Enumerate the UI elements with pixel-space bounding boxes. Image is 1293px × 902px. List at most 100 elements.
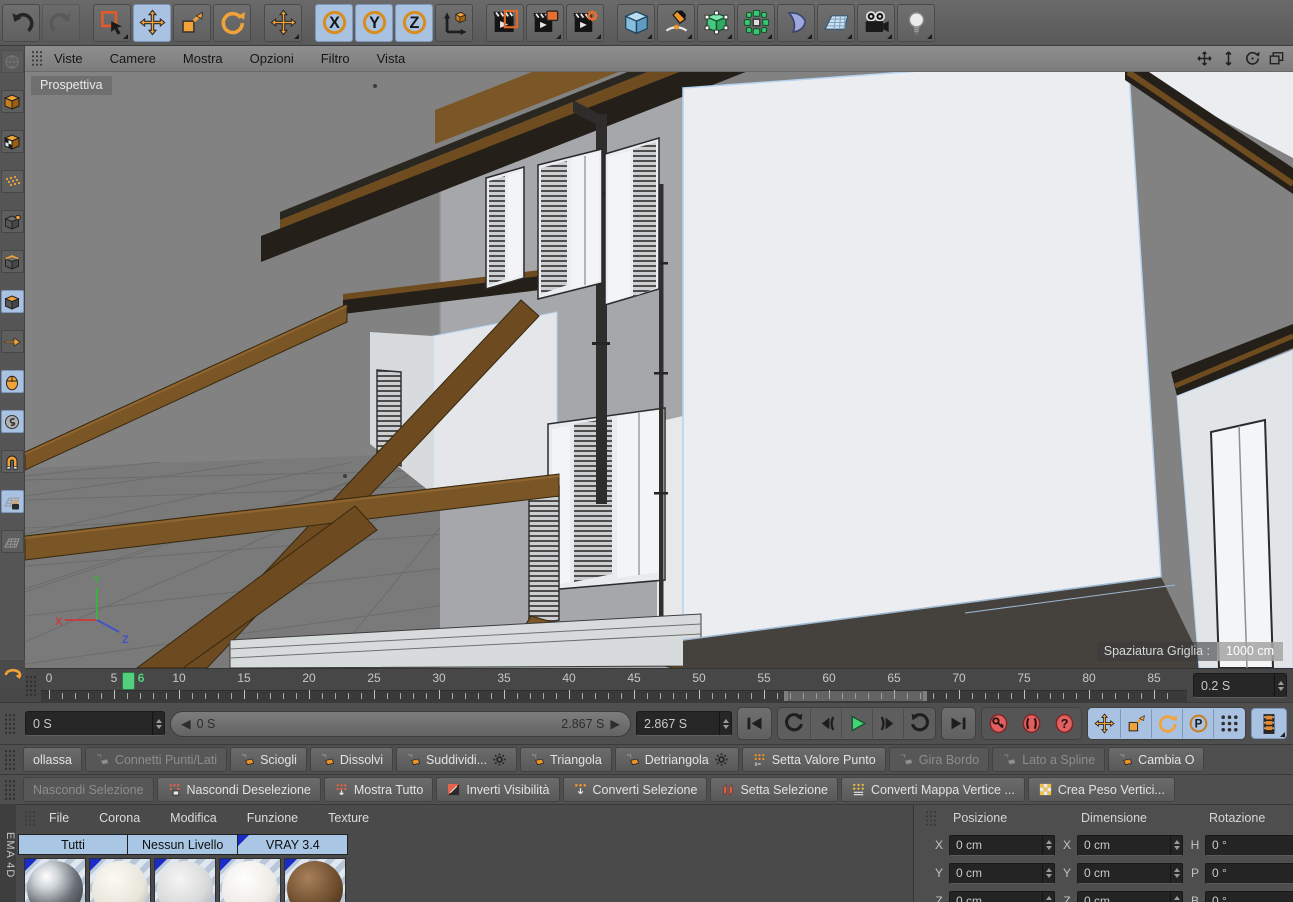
- material-tab-tutti[interactable]: Tutti: [18, 834, 128, 855]
- viewport-menu-filtro[interactable]: Filtro: [321, 51, 350, 66]
- end-time-spinner[interactable]: [719, 712, 731, 735]
- coord-field-dimensione-z[interactable]: 0 cm: [1077, 890, 1183, 902]
- transport-drag-handle[interactable]: [4, 712, 17, 735]
- next-key-button[interactable]: [903, 709, 934, 738]
- coord-spinner[interactable]: [1170, 891, 1182, 902]
- cmd-triangola[interactable]: Triangola: [520, 747, 612, 772]
- rotate-band-icon[interactable]: [0, 660, 25, 688]
- x-axis-lock-button[interactable]: X: [315, 3, 353, 42]
- material-swatch-marble[interactable]: [154, 858, 216, 902]
- polygons-mode-button[interactable]: [0, 290, 24, 313]
- material-swatch-cream[interactable]: [89, 858, 151, 902]
- cmd-connetti-punti-lati[interactable]: Connetti Punti/Lati: [84, 747, 228, 772]
- timeline-playhead[interactable]: [121, 671, 135, 690]
- move-tool-button[interactable]: [133, 3, 171, 42]
- coord-spinner[interactable]: [1042, 863, 1054, 883]
- timeline-drag-handle[interactable]: [25, 674, 38, 697]
- deformer-button[interactable]: [777, 3, 815, 42]
- coord-spinner[interactable]: [1170, 835, 1182, 855]
- redo-button[interactable]: [42, 3, 80, 42]
- record-question-button[interactable]: ?: [1049, 709, 1080, 738]
- viewport-menu-mostra[interactable]: Mostra: [183, 51, 223, 66]
- keyframe-rotation-button[interactable]: [1151, 709, 1182, 738]
- make-editable-button[interactable]: [0, 50, 24, 73]
- cmd-crea-peso-vertici[interactable]: Crea Peso Vertici...: [1027, 777, 1175, 802]
- coord-field-rotazione-p[interactable]: 0 °: [1205, 862, 1293, 884]
- coord-field-posizione-y[interactable]: 0 cm: [949, 862, 1055, 884]
- viewport-canvas[interactable]: Prospettiva Spaziatura Griglia : 1000 cm: [25, 72, 1293, 668]
- keyframe-parameter-button[interactable]: P: [1182, 709, 1213, 738]
- cmd-detriangola[interactable]: Detriangola: [614, 747, 739, 772]
- coord-field-rotazione-b[interactable]: 0 °: [1205, 890, 1293, 902]
- cmd-nascondi-selezione[interactable]: Nascondi Selezione: [23, 777, 154, 802]
- edges-mode-button[interactable]: [0, 250, 24, 273]
- play-button[interactable]: [841, 709, 872, 738]
- keyframe-position-button[interactable]: [1089, 709, 1120, 738]
- render-view-button[interactable]: [486, 3, 524, 42]
- cmd-inverti-visibilit[interactable]: Inverti Visibilità: [436, 777, 560, 802]
- visibility-row-drag-handle[interactable]: [4, 778, 17, 801]
- model-mode-button[interactable]: [0, 90, 24, 113]
- maximize-view-icon[interactable]: [1268, 50, 1285, 67]
- workplane-grid-button[interactable]: [0, 530, 24, 553]
- floor-object-button[interactable]: [817, 3, 855, 42]
- viewport-menu-camere[interactable]: Camere: [110, 51, 156, 66]
- cmd-lato-a-spline[interactable]: Lato a Spline: [992, 747, 1106, 772]
- viewport-mouse-button[interactable]: [0, 370, 24, 393]
- workplane-lock-button[interactable]: [0, 490, 24, 513]
- snap-sphere-button[interactable]: [0, 410, 24, 433]
- material-swatch-brown[interactable]: [284, 858, 346, 902]
- prev-frame-button[interactable]: [810, 709, 841, 738]
- light-object-button[interactable]: [897, 3, 935, 42]
- generator-button[interactable]: [697, 3, 735, 42]
- material-menu-corona[interactable]: Corona: [99, 811, 140, 825]
- rotate-view-icon[interactable]: [1244, 50, 1261, 67]
- points-mode-button[interactable]: [0, 210, 24, 233]
- spline-pen-button[interactable]: [657, 3, 695, 42]
- keyframe-pla-button[interactable]: [1213, 709, 1244, 738]
- array-object-button[interactable]: [737, 3, 775, 42]
- coord-spinner[interactable]: [1170, 863, 1182, 883]
- coord-system-button[interactable]: [435, 3, 473, 42]
- tweak-mode-button[interactable]: [0, 330, 24, 353]
- frame-step-field[interactable]: 0.2 S: [1193, 673, 1287, 698]
- texture-mode-button[interactable]: [0, 130, 24, 153]
- zoom-view-icon[interactable]: [1220, 50, 1237, 67]
- frame-step-spinner[interactable]: [1274, 674, 1286, 697]
- viewport-menu-drag-handle[interactable]: [31, 50, 44, 67]
- keyframe-scale-button[interactable]: [1120, 709, 1151, 738]
- last-tool-button[interactable]: [264, 3, 302, 42]
- material-tab-nessun-livello[interactable]: Nessun Livello: [128, 834, 239, 855]
- cmd-nascondi-deselezione[interactable]: Nascondi Deselezione: [156, 777, 321, 802]
- material-menu-file[interactable]: File: [49, 811, 69, 825]
- current-time-spinner[interactable]: [152, 712, 164, 735]
- render-picture-viewer-button[interactable]: [526, 3, 564, 42]
- material-menu-modifica[interactable]: Modifica: [170, 811, 217, 825]
- pan-view-icon[interactable]: [1196, 50, 1213, 67]
- viewport-menu-opzioni[interactable]: Opzioni: [250, 51, 294, 66]
- render-settings-button[interactable]: [566, 3, 604, 42]
- live-selection-button[interactable]: [93, 3, 131, 42]
- timeline-ruler[interactable]: 0 5 10 15 20 25 30 35 40 45 50 55 60 65 70 75 80 85 6: [41, 670, 1187, 702]
- viewport-menu-vista[interactable]: Vista: [377, 51, 406, 66]
- cmd-dissolvi[interactable]: Dissolvi: [309, 747, 393, 772]
- gear-icon[interactable]: [492, 752, 507, 767]
- cmd-converti-mappa-vertice[interactable]: Converti Mappa Vertice ...: [841, 777, 1025, 802]
- camera-label[interactable]: Prospettiva: [31, 76, 112, 95]
- viewport-menu-viste[interactable]: Viste: [54, 51, 83, 66]
- animation-range-slider[interactable]: ◀ 0 S 2.867 S ▶: [170, 710, 631, 737]
- material-tab-vray-3-4[interactable]: VRAY 3.4: [238, 834, 349, 855]
- cmd-mostra-tutto[interactable]: Mostra Tutto: [323, 777, 434, 802]
- rotate-tool-button[interactable]: [213, 3, 251, 42]
- material-swatch-chrome[interactable]: [24, 858, 86, 902]
- z-axis-lock-button[interactable]: Z: [395, 3, 433, 42]
- goto-end-button[interactable]: [943, 709, 974, 738]
- undo-button[interactable]: [2, 3, 40, 42]
- film-strip-button[interactable]: [1251, 708, 1287, 739]
- record-key-button[interactable]: [983, 709, 1014, 738]
- current-time-field[interactable]: 0 S: [25, 711, 165, 736]
- material-menu-texture[interactable]: Texture: [328, 811, 369, 825]
- gear-icon[interactable]: [714, 752, 729, 767]
- magnet-snap-button[interactable]: [0, 450, 24, 473]
- add-cube-button[interactable]: [617, 3, 655, 42]
